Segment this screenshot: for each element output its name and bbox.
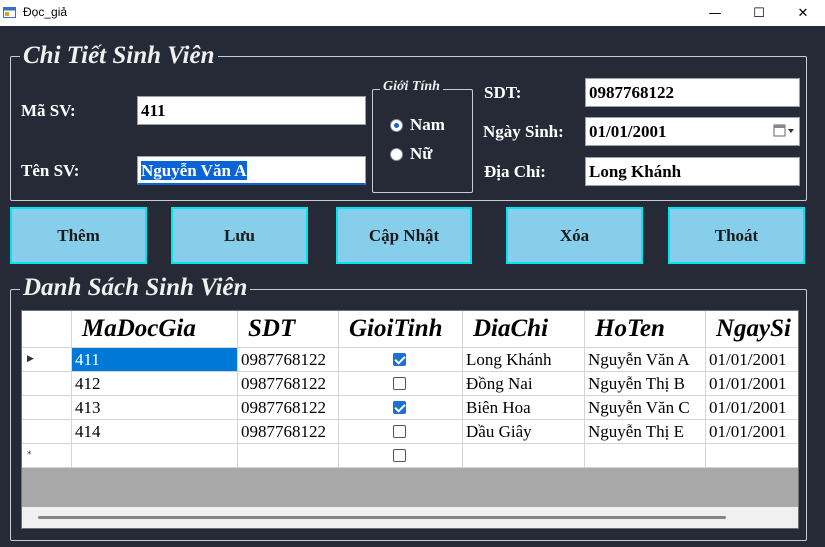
cell-diachi[interactable]: Dầu Giây	[463, 420, 585, 444]
cell-madocgia[interactable]: 413	[72, 396, 238, 420]
column-header-madocgia[interactable]: MaDocGia	[72, 311, 238, 348]
horizontal-scrollbar[interactable]	[22, 507, 798, 528]
cell-madocgia[interactable]: 411	[72, 348, 238, 372]
list-group-title: Danh Sách Sinh Viên	[20, 274, 251, 302]
gioitinh-checkbox[interactable]	[393, 401, 406, 414]
cell-gioitinh[interactable]	[339, 396, 463, 420]
cell-sdt[interactable]: 0987768122	[238, 348, 339, 372]
table-row[interactable]: ▶ 411 0987768122 Long Khánh Nguyễn Văn A…	[22, 348, 798, 372]
cell-hoten[interactable]: Nguyễn Thị B	[585, 372, 706, 396]
cell-ngaysinh[interactable]: 01/01/2001	[706, 372, 798, 396]
cell-hoten[interactable]: Nguyễn Văn A	[585, 348, 706, 372]
dia-chi-input[interactable]: Long Khánh	[585, 157, 800, 186]
ten-sv-label: Tên SV:	[21, 161, 80, 180]
gioitinh-checkbox[interactable]	[393, 353, 406, 366]
column-header-ngaysinh[interactable]: NgaySi	[706, 311, 798, 348]
ten-sv-selected-text: Nguyễn Văn A	[141, 161, 247, 180]
gender-male-radio[interactable]	[390, 119, 403, 132]
save-button[interactable]: Lưu	[171, 207, 308, 264]
scrollbar-thumb[interactable]	[38, 516, 726, 519]
gender-female-radio[interactable]	[390, 148, 403, 161]
table-row[interactable]: 412 0987768122 Đồng Nai Nguyễn Thị B 01/…	[22, 372, 798, 396]
cell-sdt[interactable]: 0987768122	[238, 372, 339, 396]
cell-hoten[interactable]: Nguyễn Văn C	[585, 396, 706, 420]
calendar-dropdown-icon[interactable]	[773, 124, 795, 138]
ngay-sinh-value: 01/01/2001	[589, 122, 667, 141]
row-header	[22, 372, 72, 396]
ngay-sinh-datepicker[interactable]: 01/01/2001	[585, 117, 800, 146]
column-header-hoten[interactable]: HoTen	[585, 311, 706, 348]
cell-gioitinh[interactable]	[339, 372, 463, 396]
delete-button[interactable]: Xóa	[506, 207, 643, 264]
cell-gioitinh[interactable]	[339, 420, 463, 444]
maximize-button[interactable]: ☐	[737, 0, 781, 26]
minimize-button[interactable]: —	[693, 0, 737, 26]
dia-chi-label: Địa Chỉ:	[484, 162, 546, 181]
column-header-gioitinh[interactable]: GioiTinh	[339, 311, 463, 348]
cell-madocgia[interactable]: 412	[72, 372, 238, 396]
gioitinh-checkbox[interactable]	[393, 449, 406, 462]
minimize-icon: —	[708, 5, 722, 21]
cell-hoten[interactable]	[585, 444, 706, 468]
close-icon: ✕	[797, 5, 809, 21]
cell-madocgia[interactable]: 414	[72, 420, 238, 444]
grid-corner-header	[22, 311, 72, 348]
ma-sv-input[interactable]: 411	[137, 96, 366, 125]
ten-sv-input[interactable]: Nguyễn Văn A	[137, 156, 366, 185]
cell-gioitinh[interactable]	[339, 348, 463, 372]
ngay-sinh-label: Ngày Sinh:	[483, 122, 564, 141]
cell-diachi[interactable]: Biên Hoa	[463, 396, 585, 420]
cell-diachi[interactable]: Long Khánh	[463, 348, 585, 372]
gender-male-label[interactable]: Nam	[410, 115, 445, 135]
current-row-indicator: ▶	[22, 348, 72, 372]
cell-gioitinh[interactable]	[339, 444, 463, 468]
gender-female-label[interactable]: Nữ	[410, 144, 432, 164]
new-row[interactable]: *	[22, 444, 798, 468]
app-icon	[3, 7, 16, 18]
gioitinh-checkbox[interactable]	[393, 425, 406, 438]
sdt-label: SDT:	[484, 83, 522, 102]
ma-sv-label: Mã SV:	[21, 101, 76, 120]
row-header	[22, 396, 72, 420]
window-title: Đọc_giả	[23, 5, 68, 19]
sdt-input[interactable]: 0987768122	[585, 78, 800, 107]
table-row[interactable]: 413 0987768122 Biên Hoa Nguyễn Văn C 01/…	[22, 396, 798, 420]
update-button[interactable]: Cập Nhật	[336, 207, 472, 264]
cell-sdt[interactable]: 0987768122	[238, 420, 339, 444]
cell-sdt[interactable]	[238, 444, 339, 468]
maximize-icon: ☐	[753, 5, 765, 21]
gender-group	[372, 89, 473, 193]
add-button[interactable]: Thêm	[10, 207, 147, 264]
column-header-diachi[interactable]: DiaChi	[463, 311, 585, 348]
details-group-title: Chi Tiết Sinh Viên	[20, 42, 218, 70]
title-bar: Đọc_giả — ☐ ✕	[0, 0, 825, 26]
exit-button[interactable]: Thoát	[668, 207, 805, 264]
cell-ngaysinh[interactable]: 01/01/2001	[706, 348, 798, 372]
students-grid[interactable]: MaDocGia SDT GioiTinh DiaChi HoTen NgayS…	[21, 310, 799, 529]
new-row-indicator: *	[22, 444, 72, 468]
cell-ngaysinh[interactable]: 01/01/2001	[706, 396, 798, 420]
cell-sdt[interactable]: 0987768122	[238, 396, 339, 420]
table-row[interactable]: 414 0987768122 Dầu Giây Nguyễn Thị E 01/…	[22, 420, 798, 444]
cell-diachi[interactable]	[463, 444, 585, 468]
gioitinh-checkbox[interactable]	[393, 377, 406, 390]
cell-madocgia[interactable]	[72, 444, 238, 468]
cell-diachi[interactable]: Đồng Nai	[463, 372, 585, 396]
cell-ngaysinh[interactable]	[706, 444, 798, 468]
gender-group-title: Giới Tính	[380, 79, 443, 95]
cell-hoten[interactable]: Nguyễn Thị E	[585, 420, 706, 444]
close-button[interactable]: ✕	[781, 0, 825, 26]
row-header	[22, 420, 72, 444]
column-header-sdt[interactable]: SDT	[238, 311, 339, 348]
cell-ngaysinh[interactable]: 01/01/2001	[706, 420, 798, 444]
